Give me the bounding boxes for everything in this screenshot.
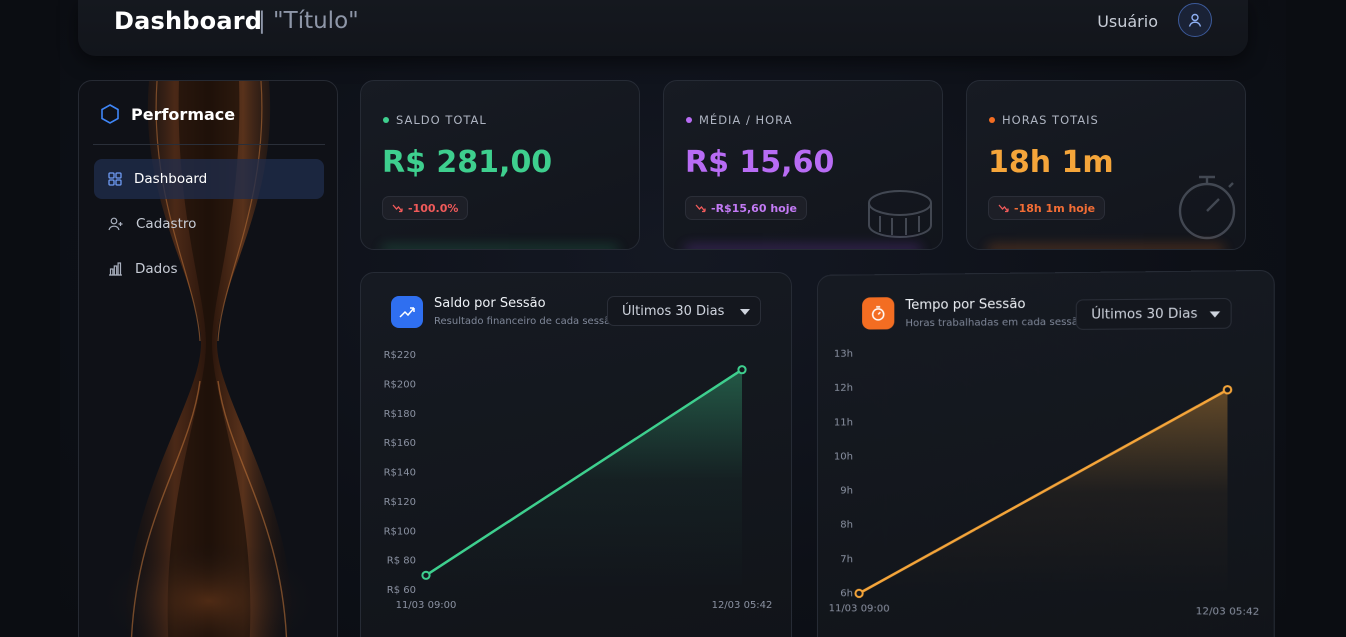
y-tick-label: R$ 60	[387, 585, 416, 596]
status-dot	[989, 117, 995, 123]
stat-label-text: HORAS TOTAIS	[1002, 113, 1099, 127]
stat-label: MÉDIA / HORA	[686, 113, 793, 127]
stat-card-media-hora: MÉDIA / HORA R$ 15,60 -R$15,60 hoje	[663, 80, 943, 250]
y-tick-label: R$100	[384, 526, 416, 537]
y-tick-label: 8h	[840, 520, 853, 531]
stat-card-saldo-total: SALDO TOTAL R$ 281,00 -100.0%	[360, 80, 640, 250]
chart-saldo-plot: R$ 60 R$ 80 R$100 R$120 R$140 R$160 R$180 R$200…	[384, 350, 773, 611]
y-tick-label: R$140	[384, 468, 416, 479]
stat-value: 18h 1m	[988, 145, 1114, 180]
page-title: Dashboard	[114, 7, 263, 35]
hexagon-icon	[101, 104, 119, 124]
x-tick-label: 12/03 05:42	[1196, 606, 1260, 618]
brand[interactable]: Performace	[99, 103, 235, 125]
y-tick-label: R$ 80	[387, 556, 416, 567]
card-glow	[684, 245, 922, 249]
stat-label-text: SALDO TOTAL	[396, 113, 487, 127]
user-label[interactable]: Usuário	[1097, 12, 1158, 31]
sidebar: Performace Dashboard Cadastro Dados	[78, 80, 338, 637]
stat-label: HORAS TOTAIS	[989, 113, 1099, 127]
y-tick-label: 10h	[834, 451, 853, 462]
top-header: Dashboard | "Título" Usuário	[78, 0, 1248, 56]
delta-text: -R$15,60 hoje	[711, 201, 797, 215]
page-subtitle: | "Título"	[258, 8, 359, 34]
sidebar-item-dashboard[interactable]: Dashboard	[94, 159, 324, 199]
grid-icon	[108, 172, 122, 186]
card-glow	[987, 245, 1225, 249]
user-icon	[1188, 13, 1202, 27]
status-dot	[686, 117, 692, 123]
stat-label: SALDO TOTAL	[383, 113, 487, 127]
series-area	[426, 369, 742, 590]
brand-name: Performace	[131, 104, 236, 124]
stat-card-horas-totais: HORAS TOTAIS 18h 1m -18h 1m hoje	[966, 80, 1246, 250]
x-tick-label: 11/03 09:00	[829, 603, 890, 615]
delta-text: -100.0%	[408, 201, 459, 215]
sidebar-divider	[93, 144, 325, 145]
y-tick-label: R$120	[384, 497, 416, 508]
coins-icon	[868, 190, 932, 239]
user-plus-icon	[108, 217, 123, 231]
status-dot	[383, 117, 389, 123]
sidebar-item-cadastro[interactable]: Cadastro	[94, 204, 324, 244]
sidebar-item-label: Dashboard	[134, 171, 208, 187]
stat-label-text: MÉDIA / HORA	[699, 113, 793, 127]
y-tick-label: 12h	[834, 383, 853, 394]
x-tick-label: 12/03 05:42	[712, 600, 773, 611]
data-point[interactable]	[737, 365, 747, 375]
y-tick-label: R$180	[384, 409, 416, 420]
y-tick-label: R$200	[384, 379, 416, 390]
y-tick-label: 11h	[834, 417, 853, 428]
y-tick-label: R$220	[384, 350, 416, 361]
chart-tilt-wrapper: Tempo por Sessão Horas trabalhadas em ca…	[807, 269, 1285, 637]
delta-badge: -R$15,60 hoje	[685, 196, 807, 220]
trending-down-icon	[998, 204, 1009, 212]
trending-down-icon	[695, 204, 706, 212]
data-point[interactable]	[421, 570, 431, 580]
data-point[interactable]	[1224, 386, 1232, 393]
card-glow	[381, 245, 619, 249]
y-tick-label: 7h	[840, 554, 853, 565]
stat-value: R$ 15,60	[685, 145, 835, 180]
delta-badge: -100.0%	[382, 196, 469, 220]
data-point[interactable]	[855, 590, 862, 597]
sidebar-item-dados[interactable]: Dados	[94, 249, 324, 289]
avatar-button[interactable]	[1178, 3, 1212, 37]
stat-value: R$ 281,00	[382, 145, 553, 180]
y-tick-label: 13h	[834, 349, 853, 360]
y-tick-label: R$160	[384, 438, 416, 449]
delta-badge: -18h 1m hoje	[988, 196, 1106, 220]
y-tick-label: 9h	[840, 486, 853, 497]
bar-chart-icon	[109, 262, 122, 276]
y-tick-label: 6h	[840, 588, 853, 599]
sidebar-item-label: Cadastro	[136, 216, 197, 232]
sidebar-item-label: Dados	[135, 261, 178, 277]
delta-text: -18h 1m hoje	[1014, 201, 1096, 215]
x-tick-label: 11/03 09:00	[396, 600, 457, 611]
stopwatch-icon	[1178, 175, 1236, 240]
chart-tempo-plot: 6h 7h 8h 9h 10h 11h 12h 13h 11/03 09:00 12/03 05:…	[829, 349, 1260, 618]
trending-down-icon	[392, 204, 403, 212]
